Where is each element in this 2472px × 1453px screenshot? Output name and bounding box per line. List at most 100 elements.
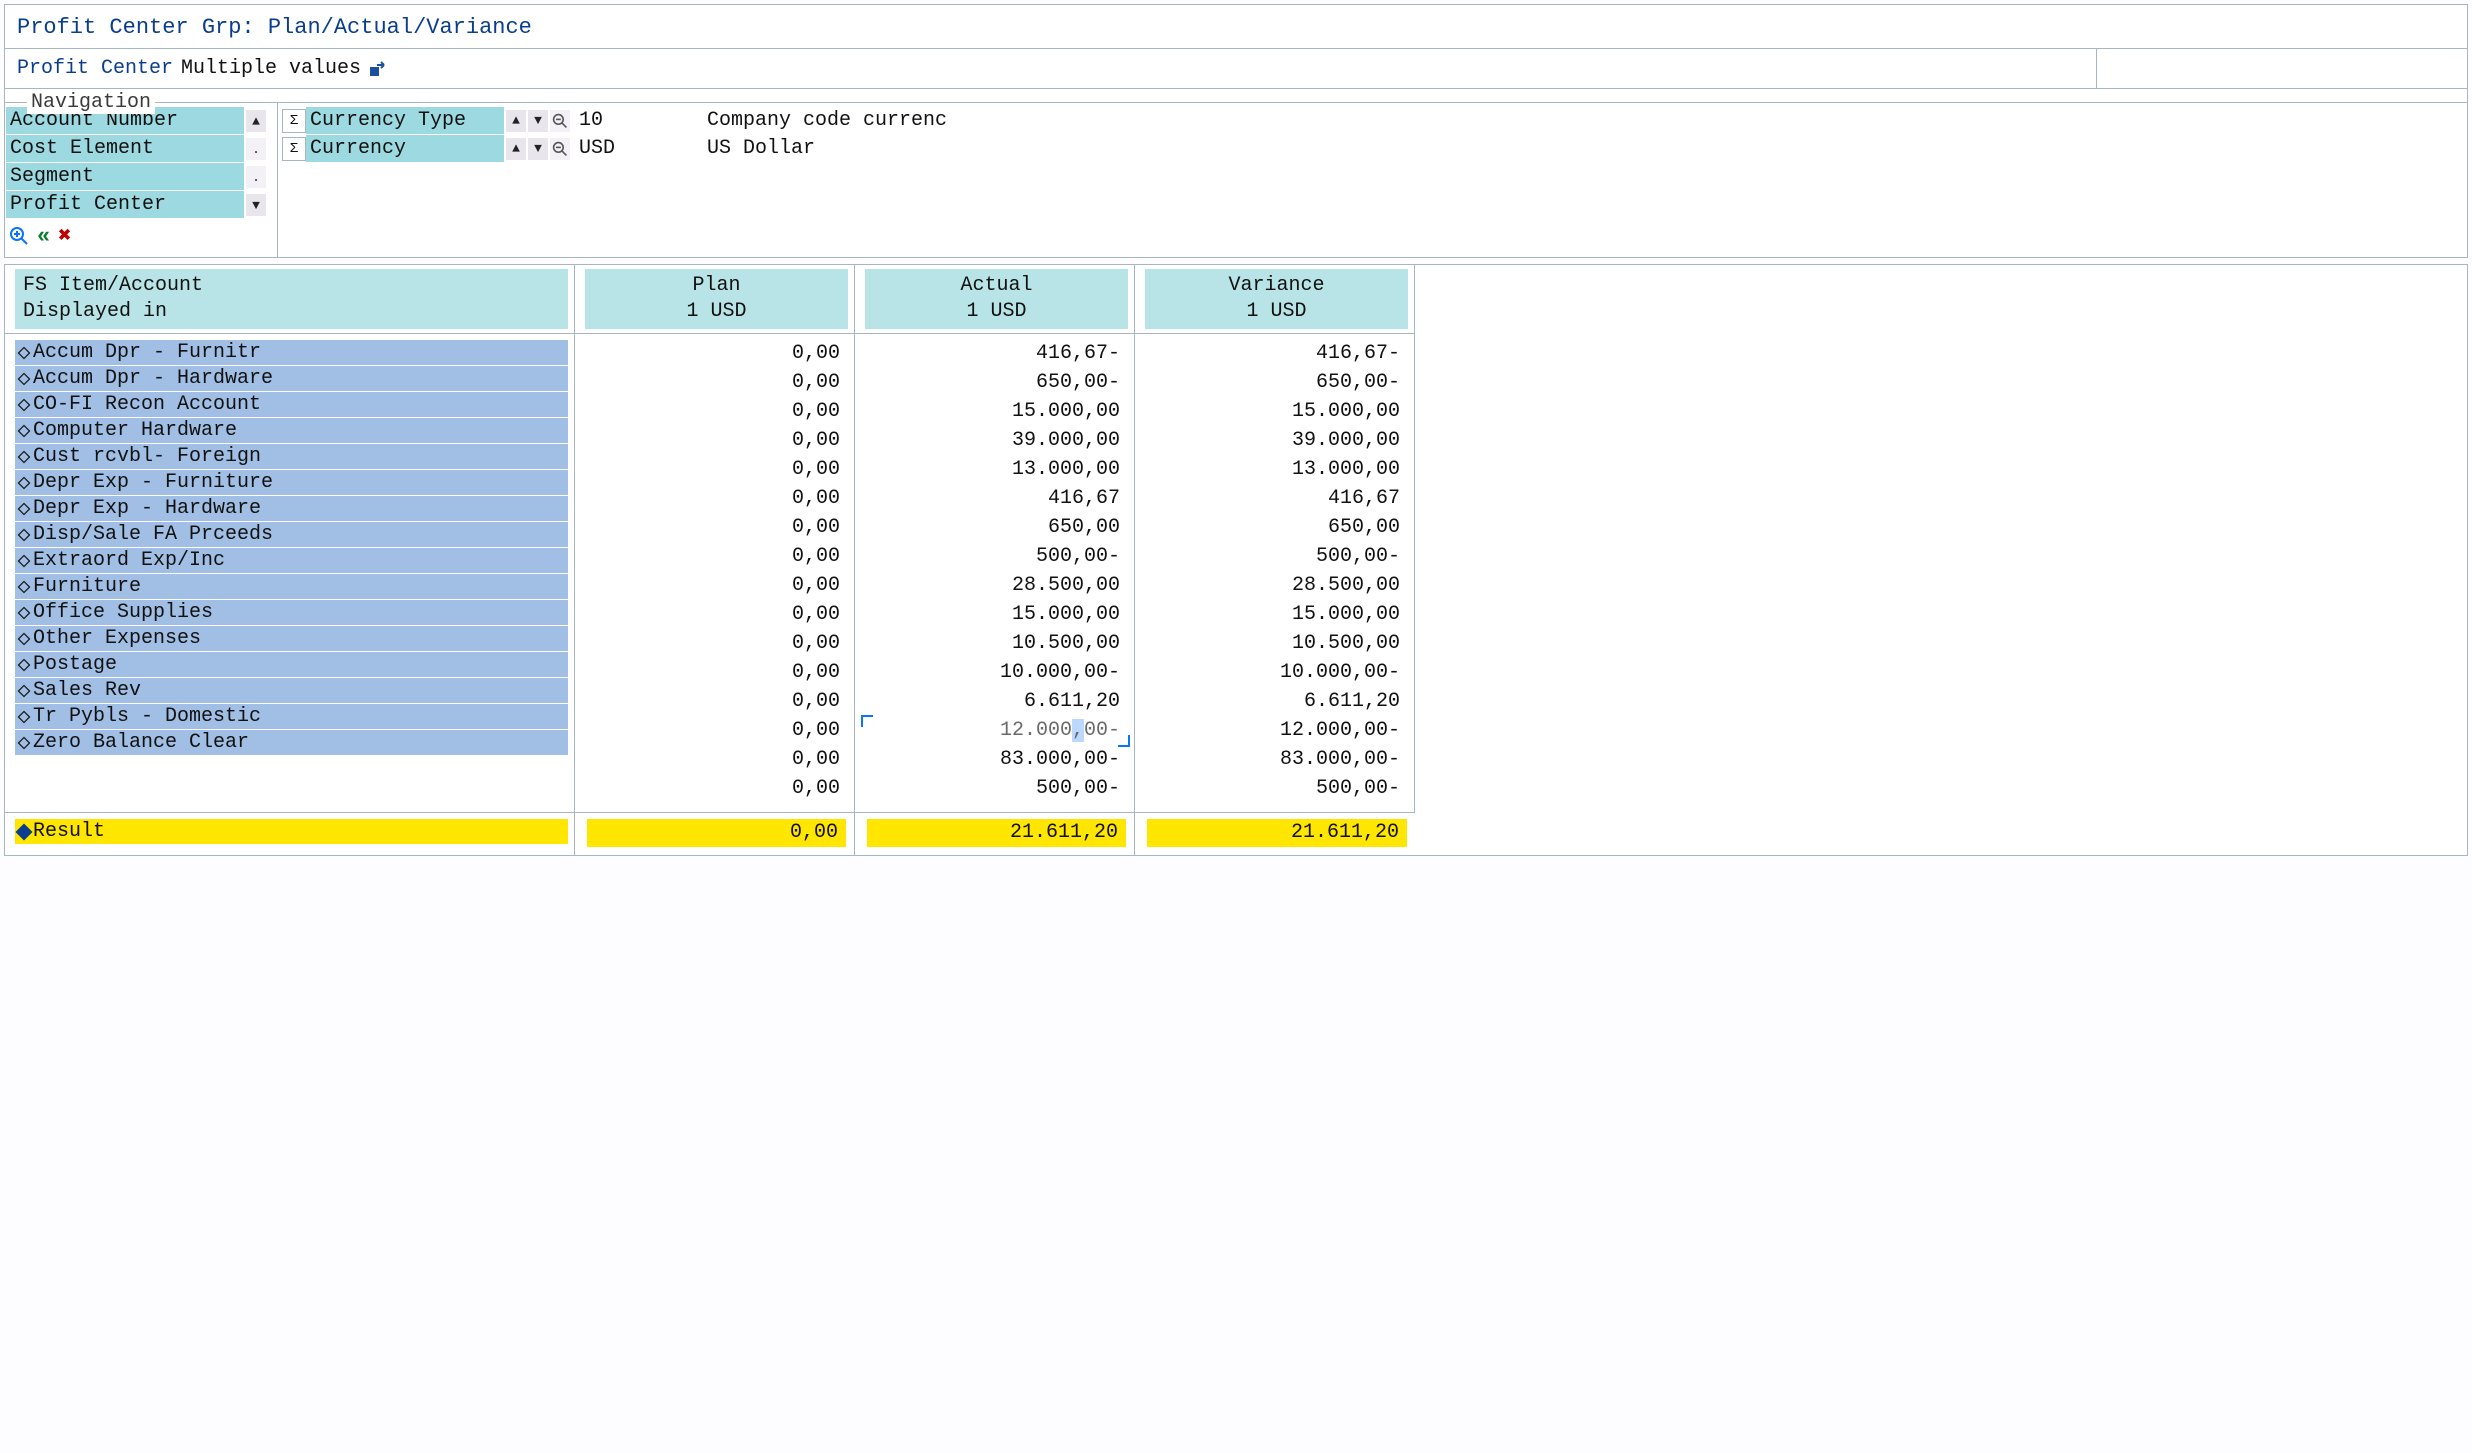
variance-cell[interactable]: 39.000,00 <box>1145 427 1408 455</box>
actual-cell[interactable]: 13.000,00 <box>865 456 1128 484</box>
table-row[interactable]: Other Expenses <box>15 626 568 651</box>
variance-cell[interactable]: 500,00- <box>1145 543 1408 571</box>
result-row[interactable]: Result <box>15 819 568 844</box>
actual-cell[interactable]: 650,00- <box>865 369 1128 397</box>
plan-cell[interactable]: 0,00 <box>585 775 848 803</box>
plan-cell[interactable]: 0,00 <box>585 340 848 368</box>
variance-cell[interactable]: 6.611,20 <box>1145 688 1408 716</box>
sort-down-icon[interactable]: ▼ <box>528 138 548 160</box>
report-title: Profit Center Grp: Plan/Actual/Variance <box>5 5 2467 49</box>
table-row[interactable]: Extraord Exp/Inc <box>15 548 568 573</box>
diamond-outline-icon <box>18 684 31 697</box>
actual-cell[interactable]: 6.611,20 <box>865 688 1128 716</box>
plan-cell[interactable]: 0,00 <box>585 456 848 484</box>
sigma-icon[interactable]: Σ <box>282 137 306 161</box>
variance-cell[interactable]: 83.000,00- <box>1145 746 1408 774</box>
nav-filter-row: ΣCurrency▲▼USDUS Dollar <box>278 135 2467 162</box>
table-row[interactable]: Cust rcvbl- Foreign <box>15 444 568 469</box>
diamond-outline-icon <box>18 554 31 567</box>
sigma-icon[interactable]: Σ <box>282 109 306 133</box>
table-row[interactable]: Accum Dpr - Hardware <box>15 366 568 391</box>
table-row[interactable]: Furniture <box>15 574 568 599</box>
actual-cell[interactable]: 15.000,00 <box>865 398 1128 426</box>
table-row[interactable]: Sales Rev <box>15 678 568 703</box>
actual-cell[interactable]: 28.500,00 <box>865 572 1128 600</box>
actual-cell[interactable]: 10.500,00 <box>865 630 1128 658</box>
diamond-outline-icon <box>18 424 31 437</box>
nav-characteristic-label: Segment <box>6 163 244 190</box>
table-row[interactable]: Zero Balance Clear <box>15 730 568 755</box>
variance-cell[interactable]: 15.000,00 <box>1145 601 1408 629</box>
zoom-out-icon[interactable] <box>550 138 570 160</box>
variance-cell[interactable]: 650,00 <box>1145 514 1408 542</box>
variance-cell[interactable]: 28.500,00 <box>1145 572 1408 600</box>
zoom-out-icon[interactable] <box>550 110 570 132</box>
actual-cell[interactable]: 500,00- <box>865 543 1128 571</box>
variance-cell[interactable]: 15.000,00 <box>1145 398 1408 426</box>
plan-cell[interactable]: 0,00 <box>585 485 848 513</box>
table-row[interactable]: Computer Hardware <box>15 418 568 443</box>
table-row[interactable]: Office Supplies <box>15 600 568 625</box>
nav-characteristic[interactable]: Segment. <box>5 163 277 191</box>
actual-cell[interactable]: 39.000,00 <box>865 427 1128 455</box>
back-double-icon[interactable]: « <box>37 224 50 249</box>
variance-cell[interactable]: 650,00- <box>1145 369 1408 397</box>
col-plan-unit: 1 USD <box>593 299 840 325</box>
actual-cell[interactable]: 416,67 <box>865 485 1128 513</box>
plan-cell[interactable]: 0,00 <box>585 659 848 687</box>
table-row-label: Postage <box>33 653 117 676</box>
sort-down-icon[interactable]: ▼ <box>246 194 266 216</box>
actual-cell[interactable]: 500,00- <box>865 775 1128 803</box>
nav-characteristic[interactable]: Profit Center▼ <box>5 191 277 219</box>
table-row[interactable]: Postage <box>15 652 568 677</box>
table-row[interactable]: Disp/Sale FA Prceeds <box>15 522 568 547</box>
actual-cell[interactable]: 416,67- <box>865 340 1128 368</box>
plan-cell[interactable]: 0,00 <box>585 572 848 600</box>
table-row-label: Other Expenses <box>33 627 201 650</box>
sort-up-icon[interactable]: ▲ <box>506 110 526 132</box>
open-selection-icon[interactable] <box>369 61 387 77</box>
table-row[interactable]: Depr Exp - Furniture <box>15 470 568 495</box>
plan-cell[interactable]: 0,00 <box>585 369 848 397</box>
actual-cell[interactable]: 83.000,00- <box>865 746 1128 774</box>
plan-cell[interactable]: 0,00 <box>585 688 848 716</box>
variance-cell[interactable]: 12.000,00- <box>1145 717 1408 745</box>
sort-up-icon[interactable]: ▲ <box>246 110 266 132</box>
dot-icon[interactable]: . <box>246 138 266 160</box>
table-row[interactable]: Tr Pybls - Domestic <box>15 704 568 729</box>
plan-cell[interactable]: 0,00 <box>585 543 848 571</box>
table-row[interactable]: CO-FI Recon Account <box>15 392 568 417</box>
nav-filter-desc: Company code currenc <box>707 109 947 132</box>
plan-cell[interactable]: 0,00 <box>585 427 848 455</box>
diamond-outline-icon <box>18 398 31 411</box>
diamond-outline-icon <box>18 632 31 645</box>
plan-cell[interactable]: 0,00 <box>585 717 848 745</box>
table-row-label: Furniture <box>33 575 141 598</box>
actual-cell[interactable]: 12.000,00- <box>865 717 1128 745</box>
variance-cell[interactable]: 10.000,00- <box>1145 659 1408 687</box>
sort-up-icon[interactable]: ▲ <box>506 138 526 160</box>
nav-characteristic-label: Profit Center <box>6 191 244 218</box>
nav-filter-label: Currency Type <box>306 107 504 134</box>
close-icon[interactable]: ✖ <box>58 223 71 249</box>
table-row[interactable]: Depr Exp - Hardware <box>15 496 568 521</box>
nav-characteristic[interactable]: Cost Element. <box>5 135 277 163</box>
actual-cell[interactable]: 650,00 <box>865 514 1128 542</box>
table-row[interactable]: Accum Dpr - Furnitr <box>15 340 568 365</box>
zoom-in-icon[interactable] <box>9 226 29 246</box>
plan-cell[interactable]: 0,00 <box>585 630 848 658</box>
plan-cell[interactable]: 0,00 <box>585 398 848 426</box>
dot-icon[interactable]: . <box>246 166 266 188</box>
variance-cell[interactable]: 10.500,00 <box>1145 630 1408 658</box>
actual-cell[interactable]: 15.000,00 <box>865 601 1128 629</box>
variance-cell[interactable]: 13.000,00 <box>1145 456 1408 484</box>
sort-down-icon[interactable]: ▼ <box>528 110 548 132</box>
variance-cell[interactable]: 500,00- <box>1145 775 1408 803</box>
plan-cell[interactable]: 0,00 <box>585 514 848 542</box>
actual-cell[interactable]: 10.000,00- <box>865 659 1128 687</box>
plan-cell[interactable]: 0,00 <box>585 601 848 629</box>
variance-cell[interactable]: 416,67 <box>1145 485 1408 513</box>
plan-cell[interactable]: 0,00 <box>585 746 848 774</box>
nav-characteristic-label: Cost Element <box>6 135 244 162</box>
variance-cell[interactable]: 416,67- <box>1145 340 1408 368</box>
